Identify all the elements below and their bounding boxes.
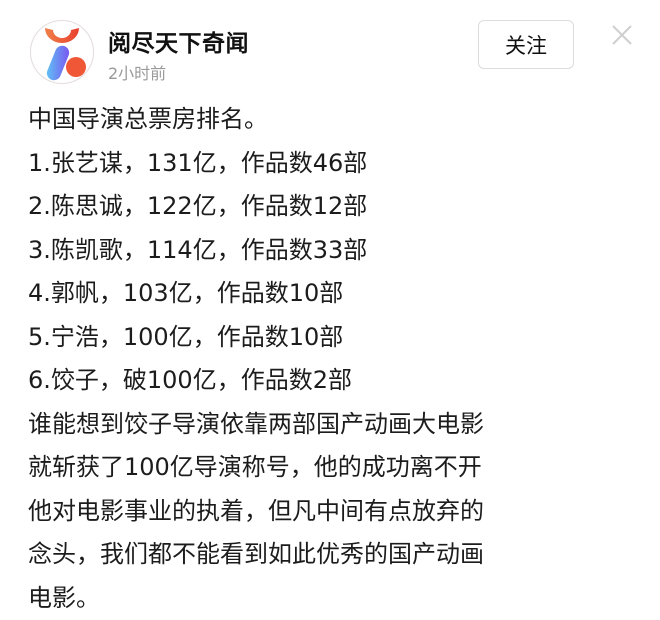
ranking-item: 6.饺子，破100亿，作品数2部 <box>28 359 648 403</box>
avatar[interactable] <box>30 20 94 84</box>
ranking-item: 2.陈思诚，122亿，作品数12部 <box>28 185 648 229</box>
post-time: 2小时前 <box>108 60 166 84</box>
brand-logo-icon <box>31 21 94 84</box>
ranking-item: 4.郭帆，103亿，作品数10部 <box>28 272 648 316</box>
post-header: 阅尽天下奇闻 2小时前 关注 <box>0 0 660 90</box>
follow-button[interactable]: 关注 <box>478 20 574 69</box>
author-name[interactable]: 阅尽天下奇闻 <box>108 24 249 58</box>
post-content: 中国导演总票房排名。 1.张艺谋，131亿，作品数46部 2.陈思诚，122亿，… <box>28 98 648 620</box>
ranking-item: 5.宁浩，100亿，作品数10部 <box>28 316 648 360</box>
ranking-item: 3.陈凯歌，114亿，作品数33部 <box>28 229 648 273</box>
post-title: 中国导演总票房排名。 <box>28 98 648 142</box>
ranking-item: 1.张艺谋，131亿，作品数46部 <box>28 142 648 186</box>
post-paragraph: 谁能想到饺子导演依靠两部国产动画大电影就斩获了100亿导演称号，他的成功离不开他… <box>28 403 498 620</box>
close-icon[interactable] <box>611 24 633 46</box>
